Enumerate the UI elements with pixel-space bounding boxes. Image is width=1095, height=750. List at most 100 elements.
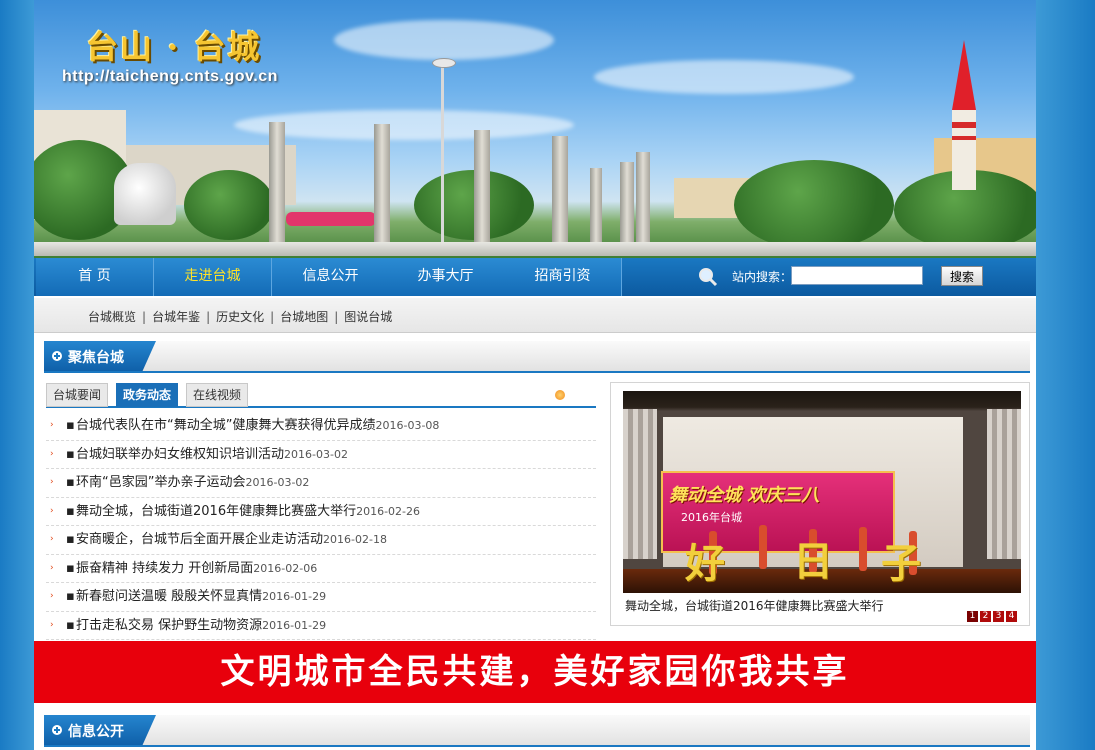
separator: | — [334, 310, 339, 324]
gold-character: 子 — [881, 540, 921, 587]
news-item[interactable]: › ▪ 台城妇联举办妇女维权知识培训活动2016-03-02 — [46, 441, 596, 469]
flower-bed — [286, 212, 376, 226]
news-title-text[interactable]: 打击走私交易 保护野生动物资源 — [76, 618, 262, 633]
news-date: 2016-02-18 — [323, 533, 387, 546]
news-title[interactable]: 台城代表队在市“舞动全城”健康舞大赛获得优异成绩2016-03-08 — [76, 412, 439, 440]
news-date: 2016-01-29 — [262, 590, 327, 603]
main-nav: 首 页 走进台城 信息公开 办事大厅 招商引资 站内搜索： 搜索 — [34, 258, 1036, 296]
news-title-text[interactable]: 台城代表队在市“舞动全城”健康舞大赛获得优异成绩 — [76, 418, 375, 433]
nav-item-info-disclosure[interactable]: 信息公开 — [272, 258, 390, 296]
news-title-text[interactable]: 环南“邑家园”举办亲子运动会 — [76, 475, 245, 490]
bullet-icon: ▪ — [66, 617, 75, 633]
news-title[interactable]: 安商暖企，台城节后全面开展企业走访活动2016-02-18 — [76, 526, 387, 554]
pager-button-1[interactable]: 1 — [967, 611, 978, 622]
nav-item-about-taicheng[interactable]: 走进台城 — [154, 258, 272, 296]
news-title[interactable]: 舞动全城，台城街道2016年健康舞比赛盛大举行2016-02-26 — [76, 498, 420, 526]
arrow-icon: › — [50, 448, 54, 459]
arrow-icon: › — [50, 534, 54, 544]
news-list: › ▪ 台城代表队在市“舞动全城”健康舞大赛获得优异成绩2016-03-08 › ▪ 台城… — [46, 412, 596, 640]
sublink-pictures[interactable]: 图说台城 — [344, 310, 392, 324]
stage-curtain — [987, 409, 1021, 559]
tab-headlines[interactable]: 台城要闻 — [46, 383, 109, 407]
red-tower — [952, 40, 976, 190]
news-item[interactable]: › ▪ 新春慰问送温暖 殷殷关怀显真情2016-01-29 — [46, 583, 596, 612]
sublink-yearbook[interactable]: 台城年鉴 — [152, 310, 200, 324]
stone-pillar — [269, 122, 285, 244]
search-icon — [699, 268, 718, 287]
news-title-text[interactable]: 舞动全城，台城街道2016年健康舞比赛盛大举行 — [76, 504, 356, 519]
sublink-overview[interactable]: 台城概览 — [88, 310, 136, 324]
plus-circle-icon — [52, 351, 62, 361]
stage-sign-subtext: 2016年台城 — [681, 511, 742, 524]
site-title: 台山 · 台城 — [86, 28, 262, 66]
section-title: 信息公开 — [68, 724, 124, 740]
news-title-text[interactable]: 新春慰问送温暖 殷殷关怀显真情 — [76, 589, 262, 604]
arrow-icon: › — [50, 477, 54, 487]
news-item[interactable]: › ▪ 安商暖企，台城节后全面开展企业走访活动2016-02-18 — [46, 526, 596, 555]
separator: | — [206, 310, 211, 324]
stone-pillar — [474, 130, 490, 244]
arrow-icon: › — [50, 619, 54, 630]
photo-caption[interactable]: 舞动全城，台城街道2016年健康舞比赛盛大举行 — [625, 597, 884, 614]
bullet-icon: ▪ — [66, 503, 75, 519]
more-icon[interactable] — [555, 390, 565, 400]
stone-pillar — [620, 162, 634, 244]
bullet-icon: ▪ — [66, 560, 75, 576]
pager-button-3[interactable]: 3 — [993, 611, 1004, 622]
bullet-icon: ▪ — [66, 475, 75, 490]
arrow-icon: › — [50, 591, 54, 601]
search-input[interactable] — [791, 266, 923, 285]
stone-pillar — [636, 152, 650, 244]
stone-railing — [34, 242, 1036, 256]
info-section-header: 信息公开 — [44, 715, 1030, 747]
cloud — [234, 110, 574, 140]
dancer — [759, 525, 767, 569]
news-date: 2016-03-02 — [284, 447, 348, 461]
arrow-icon: › — [50, 420, 54, 430]
tree — [184, 170, 274, 240]
gold-character: 日 — [793, 538, 833, 585]
tab-government-news[interactable]: 政务动态 — [116, 383, 179, 407]
focus-section-header: 聚焦台城 — [44, 341, 1030, 373]
news-date: 2016-02-26 — [356, 504, 421, 518]
header-banner: 台山 · 台城 http://taicheng.cnts.gov.cn — [34, 0, 1036, 258]
news-item[interactable]: › ▪ 振奋精神 持续发力 开创新局面2016-02-06 — [46, 555, 596, 583]
section-tab: 信息公开 — [44, 715, 156, 745]
news-title[interactable]: 环南“邑家园”举办亲子运动会2016-03-02 — [76, 469, 309, 497]
page: 台山 · 台城 http://taicheng.cnts.gov.cn 首 页 … — [34, 0, 1036, 750]
photo-slideshow: 舞动全城 欢庆三八 2016年台城 好 日 子 舞动全城，台城街道2016年健康… — [610, 382, 1030, 626]
news-item[interactable]: › ▪ 环南“邑家园”举办亲子运动会2016-03-02 — [46, 469, 596, 498]
bullet-icon: ▪ — [66, 589, 75, 604]
news-item[interactable]: › ▪ 打击走私交易 保护野生动物资源2016-01-29 — [46, 612, 596, 640]
pager-button-4[interactable]: 4 — [1006, 611, 1017, 622]
tab-online-video[interactable]: 在线视频 — [186, 383, 249, 407]
separator: | — [142, 310, 147, 324]
sublink-history[interactable]: 历史文化 — [216, 310, 264, 324]
bullet-icon: ▪ — [66, 532, 75, 547]
news-date: 2016-03-08 — [375, 419, 440, 432]
sub-nav: 台城概览 | 台城年鉴 | 历史文化 | 台城地图 | 图说台城 — [34, 298, 1036, 333]
nav-item-service-hall[interactable]: 办事大厅 — [387, 258, 505, 296]
news-title[interactable]: 台城妇联举办妇女维权知识培训活动2016-03-02 — [76, 441, 348, 469]
nav-item-investment[interactable]: 招商引资 — [504, 258, 622, 296]
nav-item-home[interactable]: 首 页 — [36, 258, 154, 296]
news-title[interactable]: 打击走私交易 保护野生动物资源2016-01-29 — [76, 612, 326, 640]
news-title-text[interactable]: 安商暖企，台城节后全面开展企业走访活动 — [76, 532, 323, 547]
slideshow-image[interactable]: 舞动全城 欢庆三八 2016年台城 好 日 子 — [623, 391, 1021, 593]
news-item[interactable]: › ▪ 台城代表队在市“舞动全城”健康舞大赛获得优异成绩2016-03-08 — [46, 412, 596, 441]
lamp-post — [441, 62, 444, 242]
news-title[interactable]: 新春慰问送温暖 殷殷关怀显真情2016-01-29 — [76, 583, 326, 611]
sublink-map[interactable]: 台城地图 — [280, 310, 328, 324]
section-title: 聚焦台城 — [68, 350, 124, 366]
news-date: 2016-01-29 — [262, 618, 327, 632]
news-title-text[interactable]: 台城妇联举办妇女维权知识培训活动 — [76, 447, 284, 462]
search-button[interactable]: 搜索 — [941, 266, 983, 286]
cloud — [334, 20, 554, 60]
news-item[interactable]: › ▪ 舞动全城，台城街道2016年健康舞比赛盛大举行2016-02-26 — [46, 498, 596, 526]
tree — [734, 160, 894, 250]
pager-button-2[interactable]: 2 — [980, 611, 991, 622]
news-date: 2016-02-06 — [253, 561, 318, 575]
arrow-icon: › — [50, 505, 54, 516]
news-title[interactable]: 振奋精神 持续发力 开创新局面2016-02-06 — [76, 555, 317, 583]
news-title-text[interactable]: 振奋精神 持续发力 开创新局面 — [76, 561, 253, 576]
